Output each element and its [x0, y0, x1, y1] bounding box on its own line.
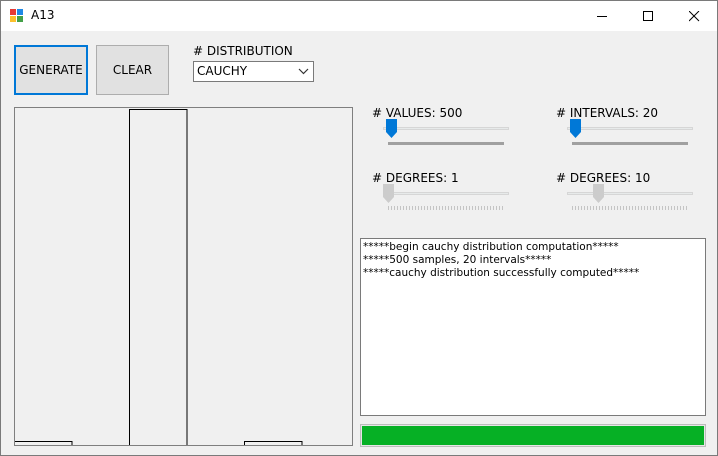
- histogram-bar: [129, 109, 188, 445]
- slider-track: [567, 127, 693, 130]
- progress-bar: [360, 424, 706, 447]
- distribution-select[interactable]: CAUCHY: [193, 61, 314, 82]
- histogram-bar: [15, 441, 73, 445]
- slider-ticks: [572, 206, 687, 210]
- slider-track: [383, 192, 509, 195]
- degrees-slider-1[interactable]: [378, 167, 514, 210]
- maximize-button[interactable]: [625, 1, 671, 31]
- generate-button[interactable]: GENERATE: [14, 45, 88, 95]
- log-line: *****cauchy distribution successfully co…: [363, 267, 640, 279]
- minimize-icon: [596, 15, 607, 17]
- close-icon: [688, 10, 699, 21]
- maximize-icon: [642, 10, 653, 21]
- distribution-selected-value: CAUCHY: [197, 64, 248, 78]
- slider-track: [567, 192, 693, 195]
- minimize-button[interactable]: [579, 1, 625, 31]
- intervals-slider[interactable]: [562, 102, 698, 145]
- histogram-chart: [14, 107, 353, 446]
- log-line: *****begin cauchy distribution computati…: [363, 241, 619, 253]
- slider-thumb[interactable]: [593, 184, 604, 203]
- log-textbox[interactable]: *****begin cauchy distribution computati…: [360, 238, 706, 416]
- generate-button-label: GENERATE: [19, 63, 83, 77]
- histogram-bar: [244, 441, 303, 445]
- slider-thumb[interactable]: [570, 119, 581, 138]
- app-window: A13 GENERATE CLEAR # DISTRIBUTION CAUCHY…: [0, 0, 718, 456]
- close-button[interactable]: [671, 1, 717, 31]
- log-line: *****500 samples, 20 intervals*****: [363, 254, 552, 266]
- slider-thumb[interactable]: [386, 119, 397, 138]
- slider-ticks: [388, 206, 503, 210]
- histogram-plot: [15, 109, 303, 445]
- slider-track: [383, 127, 509, 130]
- values-slider[interactable]: [378, 102, 514, 145]
- progress-fill: [362, 426, 704, 445]
- degrees-slider-2[interactable]: [562, 167, 698, 210]
- clear-button[interactable]: CLEAR: [96, 45, 169, 95]
- chevron-down-icon: [298, 68, 309, 75]
- window-title: A13: [31, 8, 55, 22]
- distribution-label: # DISTRIBUTION: [193, 44, 293, 58]
- slider-thumb[interactable]: [383, 184, 394, 203]
- title-bar[interactable]: A13: [1, 1, 717, 31]
- slider-ticks: [572, 142, 688, 145]
- slider-ticks: [388, 142, 504, 145]
- app-icon: [10, 9, 24, 23]
- clear-button-label: CLEAR: [112, 63, 153, 77]
